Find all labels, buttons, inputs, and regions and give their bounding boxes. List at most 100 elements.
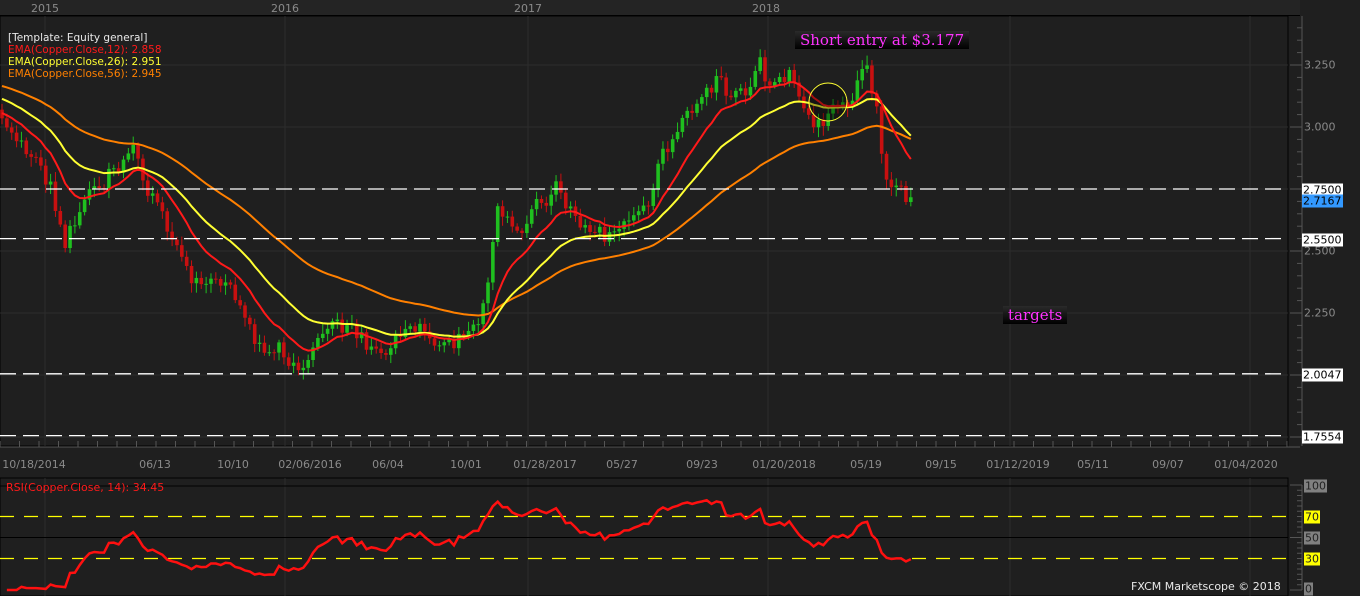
- candle: [53, 181, 58, 211]
- candle: [218, 278, 223, 286]
- legend-ema56: EMA(Copper.Close,56): 2.945: [8, 68, 162, 80]
- candle: [165, 211, 170, 232]
- candle: [719, 76, 724, 78]
- candle: [248, 317, 252, 325]
- candle: [111, 168, 116, 170]
- x-tick-label: 06/13: [139, 458, 171, 471]
- price-plot-area: [0, 15, 1289, 447]
- candle: [432, 338, 437, 346]
- candle: [267, 352, 272, 354]
- x-tick-label: 01/20/2018: [752, 458, 816, 471]
- candle: [384, 353, 388, 355]
- candle: [889, 179, 894, 188]
- copyright-footer: FXCM Marketscope © 2018: [1131, 580, 1281, 593]
- legend-template: [Template: Equity general]: [8, 32, 148, 44]
- x-tick-label: 09/15: [925, 458, 957, 471]
- x-tick-label: 01/28/2017: [513, 458, 577, 471]
- y-tick-label: 3.250: [1304, 58, 1336, 72]
- candle: [24, 140, 29, 155]
- candle: [704, 87, 709, 98]
- candle: [155, 193, 160, 203]
- candle: [481, 303, 485, 325]
- candle: [495, 206, 500, 242]
- candle: [471, 324, 476, 331]
- x-tick-label: 10/18/2014: [2, 458, 66, 471]
- rsi-legend: RSI(Copper.Close, 14): 34.45: [6, 481, 165, 494]
- candle: [865, 65, 869, 69]
- candle: [374, 346, 379, 349]
- candle: [82, 199, 87, 213]
- candle: [306, 359, 310, 368]
- targets-annotation[interactable]: targets: [1003, 306, 1068, 324]
- rsi-tick-100: 100: [1304, 479, 1327, 493]
- candle: [39, 157, 43, 166]
- x-tick-label: 05/19: [850, 458, 882, 471]
- candle: [860, 68, 865, 81]
- chart-legend: [Template: Equity general] EMA(Copper.Cl…: [8, 32, 162, 80]
- candle: [627, 220, 631, 222]
- candle: [855, 80, 860, 101]
- candle: [768, 81, 772, 86]
- candle: [777, 77, 782, 83]
- x-tick-label: 06/04: [372, 458, 404, 471]
- x-tick-label: 05/11: [1077, 458, 1109, 471]
- candle: [150, 193, 155, 196]
- price-chart[interactable]: [0, 0, 1360, 596]
- candle: [811, 114, 816, 128]
- candle: [870, 65, 874, 94]
- candle: [510, 216, 515, 227]
- x-tick-label: 09/07: [1152, 458, 1184, 471]
- candle: [243, 305, 247, 318]
- candle: [418, 323, 422, 332]
- candle: [423, 323, 427, 332]
- candle: [491, 241, 495, 283]
- candle: [199, 277, 204, 285]
- candle: [520, 230, 524, 234]
- candle: [68, 225, 72, 249]
- candle: [894, 185, 899, 188]
- candle: [272, 352, 276, 354]
- short-entry-annotation[interactable]: Short entry at $3.177: [795, 31, 970, 49]
- candle: [636, 211, 641, 216]
- candle: [612, 231, 617, 233]
- candle: [792, 69, 796, 83]
- candle: [593, 231, 597, 233]
- candle: [330, 321, 335, 329]
- entry-circle-annotation[interactable]: [808, 82, 848, 122]
- candle: [486, 282, 490, 304]
- candle: [160, 202, 165, 212]
- candle: [632, 215, 636, 221]
- candle: [568, 206, 573, 209]
- candle: [369, 346, 374, 350]
- candle: [58, 210, 63, 225]
- candle: [184, 256, 189, 266]
- candle: [175, 239, 179, 246]
- candle: [700, 97, 704, 104]
- candle: [204, 283, 208, 285]
- candle: [408, 326, 413, 329]
- candle: [661, 148, 665, 164]
- candle: [559, 181, 563, 193]
- candle: [379, 348, 383, 354]
- candle: [146, 180, 150, 196]
- candle: [126, 153, 131, 160]
- x-tick-label: 01/04/2020: [1214, 458, 1278, 471]
- candle: [97, 186, 101, 188]
- candle: [607, 232, 612, 242]
- candle: [48, 181, 53, 185]
- candle: [223, 282, 228, 286]
- candle: [690, 110, 694, 113]
- candle: [588, 225, 592, 232]
- candle: [262, 342, 267, 353]
- rsi-tick-30: 30: [1304, 552, 1320, 566]
- candle: [816, 119, 821, 128]
- candle: [301, 367, 306, 371]
- candle: [340, 319, 344, 333]
- candle: [578, 215, 583, 228]
- candle: [43, 165, 48, 185]
- candle: [282, 342, 286, 358]
- x-tick-label: 05/27: [606, 458, 638, 471]
- candle: [734, 90, 738, 98]
- candle: [252, 324, 257, 344]
- candle: [641, 205, 646, 212]
